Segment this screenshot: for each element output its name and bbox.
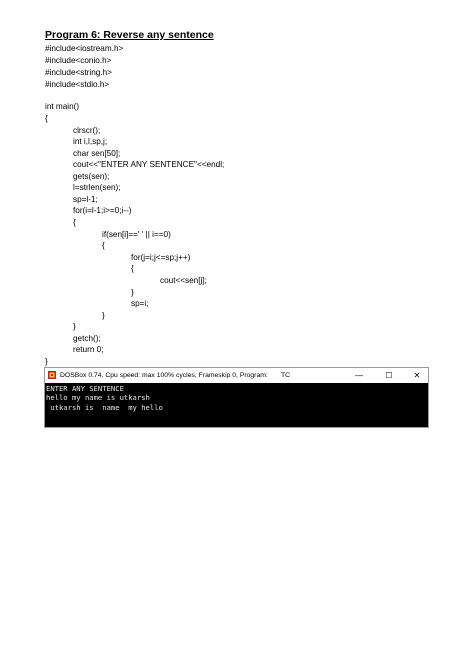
dosbox-program-name: TC — [281, 372, 291, 379]
page-heading: Program 6: Reverse any sentence — [45, 29, 214, 41]
console-line: utkarsh is name my hello — [46, 402, 163, 412]
close-button[interactable]: ✕ — [408, 368, 426, 383]
maximize-button[interactable]: ☐ — [380, 368, 398, 383]
code-line: char sen[50]; — [73, 149, 121, 158]
code-line: sp=i; — [131, 299, 149, 308]
code-line: { — [131, 264, 134, 273]
code-line: if(sen[i]==' ' || i==0) — [102, 230, 171, 239]
dosbox-window: DOSBox 0.74, Cpu speed: max 100% cycles,… — [44, 367, 429, 428]
code-line: } — [131, 288, 134, 297]
dosbox-window-title: DOSBox 0.74, Cpu speed: max 100% cycles,… — [60, 372, 268, 379]
code-line: getch(); — [73, 334, 101, 343]
code-line: int main() — [45, 102, 80, 111]
code-line: l=strlen(sen); — [73, 183, 121, 192]
code-line: for(i=l-1;i>=0;i--) — [73, 206, 132, 215]
console-line: ENTER ANY SENTENCE — [46, 384, 124, 393]
code-line: int i,l,sp,j; — [73, 137, 108, 146]
code-line: gets(sen); — [73, 172, 110, 181]
code-line: #include<iostream.h> — [45, 44, 124, 53]
code-line: cout<<sen[j]; — [160, 276, 207, 285]
code-line: cout<<"ENTER ANY SENTENCE"<<endl; — [73, 160, 225, 169]
code-line: } — [45, 357, 48, 366]
code-line: return 0; — [73, 345, 104, 354]
code-line: } — [73, 322, 76, 331]
console-line: hello my name is utkarsh — [46, 393, 150, 403]
code-line: #include<conio.h> — [45, 56, 112, 65]
dosbox-title-bar[interactable]: DOSBox 0.74, Cpu speed: max 100% cycles,… — [45, 368, 428, 383]
code-line: #include<stdio.h> — [45, 80, 110, 89]
code-line: for(j=i;j<=sp;j++) — [131, 253, 191, 262]
code-line: { — [45, 114, 48, 123]
code-line: { — [102, 241, 105, 250]
dosbox-app-icon — [48, 371, 56, 379]
code-line: clrscr(); — [73, 126, 101, 135]
code-line: } — [102, 311, 105, 320]
code-line: { — [73, 218, 76, 227]
code-line: #include<string.h> — [45, 68, 112, 77]
dosbox-console-output[interactable]: ENTER ANY SENTENCE hello my name is utka… — [45, 383, 428, 427]
code-line: sp=l-1; — [73, 195, 98, 204]
minimize-button[interactable]: — — [350, 368, 368, 383]
